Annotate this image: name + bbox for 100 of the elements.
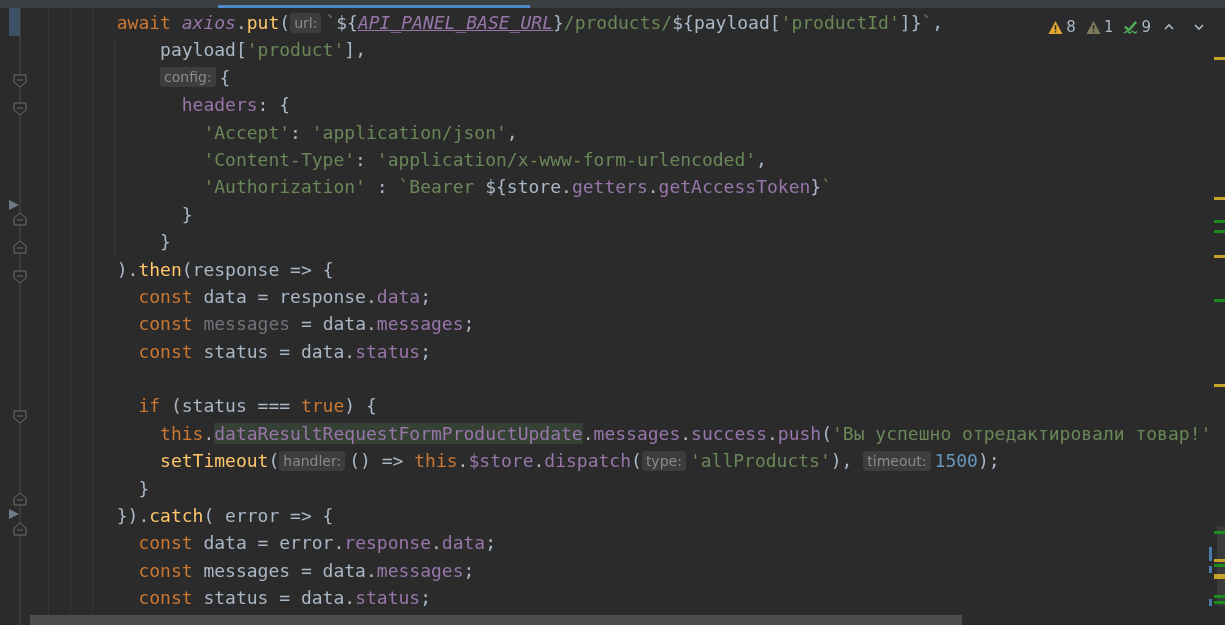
code-text: (response => { xyxy=(181,258,334,280)
property-name: data xyxy=(376,285,421,307)
code-text: } xyxy=(181,203,193,225)
property-name: messages xyxy=(593,422,681,444)
code-text: ], xyxy=(344,39,366,61)
keyword: const xyxy=(138,313,194,335)
code-text: () => xyxy=(349,450,405,472)
code-text: , xyxy=(506,121,518,143)
keyword: this xyxy=(414,450,458,472)
keyword: const xyxy=(138,532,194,554)
keyword: if xyxy=(138,395,162,417)
code-text: ( xyxy=(279,12,291,33)
string-literal: 'Authorization' xyxy=(203,176,366,198)
keyword: const xyxy=(138,559,194,581)
code-text: : xyxy=(355,148,367,170)
code-text: }). xyxy=(116,505,150,527)
keyword: const xyxy=(138,587,194,609)
string-literal: ` xyxy=(325,12,337,33)
fold-gutter-drawing[interactable] xyxy=(9,8,27,625)
code-text: } xyxy=(810,176,822,198)
function-name: setTimeout xyxy=(160,450,269,472)
string-literal: 'allProducts' xyxy=(689,450,831,472)
property-name: messages xyxy=(376,559,464,581)
parameter-hint: timeout: xyxy=(863,450,931,471)
string-literal: /products/ xyxy=(563,12,673,33)
code-text: . xyxy=(582,422,594,444)
code-text: ; xyxy=(420,587,431,609)
highlighted-identifier: dataResultRequestFormProductUpdate xyxy=(214,422,583,444)
property-name: messages xyxy=(376,313,464,335)
keyword: true xyxy=(300,395,345,417)
code-text: ) { xyxy=(344,395,377,417)
property-name: data xyxy=(441,532,486,554)
code-text: = data. xyxy=(300,313,377,335)
bookmark-marker[interactable] xyxy=(9,8,20,36)
parameter-hint: url: xyxy=(290,12,322,33)
property-name: $store xyxy=(468,450,534,472)
property-name: status xyxy=(355,587,421,609)
code-text: ; xyxy=(420,285,431,307)
code-text: ); xyxy=(977,450,1000,472)
code-text: ( xyxy=(821,422,832,444)
string-literal: 'application/json' xyxy=(311,121,507,143)
string-literal: 'productId' xyxy=(780,12,900,33)
code-text: . xyxy=(766,422,778,444)
code-text: ; xyxy=(485,532,497,554)
keyword: const xyxy=(138,340,194,362)
constant-name: API_PANEL_BASE_URL xyxy=(357,12,553,33)
code-text: ). xyxy=(116,258,139,280)
parameter-hint: config: xyxy=(160,67,216,88)
parameter-hint: handler: xyxy=(279,450,346,471)
property-name: status xyxy=(355,340,421,362)
property-name: success xyxy=(691,422,767,444)
inspection-counter[interactable]: 9 xyxy=(1123,16,1151,39)
code-text: ; xyxy=(463,313,475,335)
code-text: , xyxy=(756,148,767,170)
property-name: response xyxy=(344,532,431,554)
keyword: this xyxy=(160,422,204,444)
code-text: . xyxy=(235,12,247,33)
code-text: . xyxy=(431,532,442,554)
check-icon xyxy=(1123,19,1139,35)
code-text: data = response. xyxy=(203,285,377,307)
string-literal: 'Content-Type' xyxy=(203,148,356,170)
code-text: payload[ xyxy=(160,39,247,61)
code-text: ( error => { xyxy=(203,505,334,527)
code-text: (status === xyxy=(170,395,292,417)
property-name: getAccessToken xyxy=(658,176,811,198)
code-text: ; xyxy=(420,340,431,362)
string-literal: 'Accept' xyxy=(203,121,291,143)
unused-variable: messages xyxy=(203,313,291,335)
warning-icon xyxy=(1085,19,1101,35)
code-text: : { xyxy=(257,94,291,116)
keyword: await xyxy=(116,12,172,33)
code-text: . xyxy=(457,450,469,472)
property-name: getters xyxy=(571,176,648,198)
code-text: } xyxy=(553,12,564,33)
string-literal: 'product' xyxy=(246,39,345,61)
inspection-counter[interactable]: 1 xyxy=(1085,16,1114,39)
function-name: put xyxy=(246,12,280,33)
code-text: . xyxy=(203,422,215,444)
code-text: } xyxy=(160,231,171,253)
code-text: , xyxy=(932,12,944,33)
code-text: messages = data. xyxy=(203,559,377,581)
code-text: ${payload[ xyxy=(672,12,781,33)
code-text: ${ xyxy=(336,12,358,33)
warning-icon xyxy=(1048,19,1064,35)
code-text: . xyxy=(533,450,545,472)
string-literal: ` xyxy=(921,12,933,33)
function-name: catch xyxy=(149,505,204,527)
code-text: status = data. xyxy=(203,340,356,362)
code-text: . xyxy=(680,422,692,444)
code-text: ), xyxy=(830,450,854,472)
code-text: : xyxy=(290,121,302,143)
inspection-counter[interactable]: 8 xyxy=(1048,16,1076,39)
code-text: ]} xyxy=(899,12,922,33)
horizontal-scrollbar[interactable] xyxy=(30,615,962,625)
active-tab-indicator[interactable] xyxy=(218,5,530,8)
code-text: : xyxy=(376,176,389,198)
string-literal: ` xyxy=(821,176,832,198)
code-text: ${store. xyxy=(485,176,572,198)
property-name: headers xyxy=(181,94,258,116)
string-literal: 'application/x-www-form-urlencoded' xyxy=(376,148,757,170)
